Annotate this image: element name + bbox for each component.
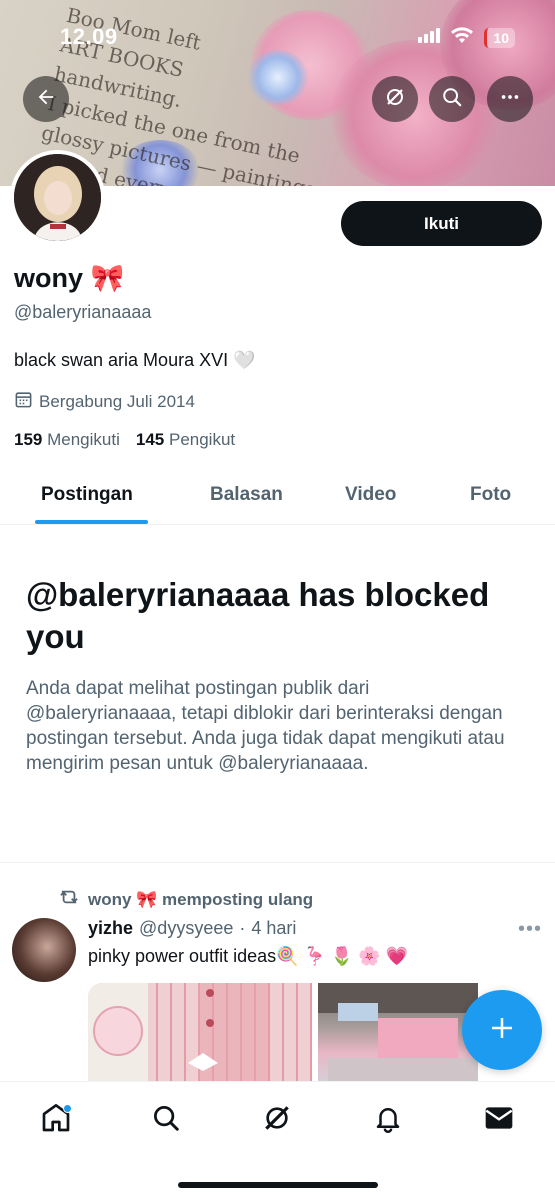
repost-context[interactable]: wony 🎀 memposting ulang — [58, 888, 313, 911]
followers-link[interactable]: 145 Pengikut — [136, 430, 235, 450]
post-author-name[interactable]: yizhe — [88, 918, 133, 939]
blocked-title: @baleryrianaaaa has blocked you — [26, 576, 490, 655]
nav-notifications[interactable] — [368, 1100, 408, 1140]
profile-bio: black swan aria Moura XVI 🤍 — [14, 350, 256, 370]
home-indicator — [178, 1182, 378, 1188]
grok-icon — [383, 85, 407, 114]
search-icon — [441, 86, 463, 113]
post-author-avatar[interactable] — [12, 918, 76, 982]
post-more-button[interactable]: ••• — [518, 918, 542, 941]
more-icon — [499, 86, 521, 113]
search-button[interactable] — [429, 76, 475, 122]
status-time: 12.09 — [60, 24, 118, 49]
post-image-1[interactable] — [88, 983, 312, 1083]
post-header: yizhe @dyysyeee · 4 hari — [88, 918, 296, 939]
plus-icon — [487, 1013, 517, 1048]
notification-dot — [63, 1104, 72, 1113]
active-tab-indicator — [35, 520, 148, 524]
divider — [0, 862, 555, 863]
wifi-icon — [450, 26, 474, 49]
joined-text: Bergabung Juli 2014 — [39, 392, 195, 411]
profile-handle: @baleryrianaaaa — [14, 302, 152, 322]
following-label: Mengikuti — [47, 430, 120, 449]
back-button[interactable] — [23, 76, 69, 122]
compose-button[interactable] — [462, 990, 542, 1070]
tab-video[interactable]: Video — [345, 484, 396, 506]
joined-date: Bergabung Juli 2014 — [14, 390, 195, 414]
nav-home[interactable] — [36, 1100, 76, 1140]
search-icon — [151, 1103, 181, 1138]
following-count: 159 — [14, 430, 43, 449]
nav-grok[interactable] — [257, 1100, 297, 1140]
tab-balasan[interactable]: Balasan — [210, 484, 283, 506]
post-author-handle[interactable]: @dyysyeee — [139, 918, 233, 939]
post-separator: · — [239, 918, 246, 938]
cellular-icon — [418, 27, 441, 48]
profile-tabs: Postingan Balasan Video Foto — [0, 468, 555, 525]
profile-avatar[interactable] — [10, 150, 105, 245]
calendar-icon — [14, 390, 33, 414]
display-name: wony 🎀 — [14, 263, 125, 293]
more-options-button[interactable] — [487, 76, 533, 122]
tab-foto[interactable]: Foto — [470, 484, 511, 506]
tab-postingan[interactable]: Postingan — [41, 484, 133, 506]
grok-button[interactable] — [372, 76, 418, 122]
status-bar: 12.09 10 — [0, 24, 555, 54]
follow-button[interactable]: Ikuti — [341, 201, 542, 246]
back-arrow-icon — [35, 86, 57, 113]
mail-icon — [483, 1102, 515, 1139]
repost-icon — [58, 888, 80, 911]
followers-count: 145 — [135, 430, 165, 449]
nav-search[interactable] — [146, 1100, 186, 1140]
post-image-2[interactable] — [318, 983, 478, 1083]
nav-messages[interactable] — [479, 1100, 519, 1140]
grok-icon — [261, 1102, 293, 1139]
bell-icon — [373, 1103, 403, 1138]
post-text: pinky power outfit ideas🍭 🦩 🌷 🌸 💗 — [88, 946, 409, 966]
post-time[interactable]: 4 hari — [251, 918, 296, 939]
following-link[interactable]: 159 Mengikuti — [14, 430, 120, 450]
blocked-description: Anda dapat melihat postingan publik dari… — [26, 678, 505, 774]
followers-label: Pengikut — [168, 430, 236, 449]
repost-label: wony 🎀 memposting ulang — [88, 889, 314, 909]
follow-stats: 159 Mengikuti 145 Pengikut — [14, 430, 235, 450]
battery-indicator: 10 — [484, 27, 515, 48]
